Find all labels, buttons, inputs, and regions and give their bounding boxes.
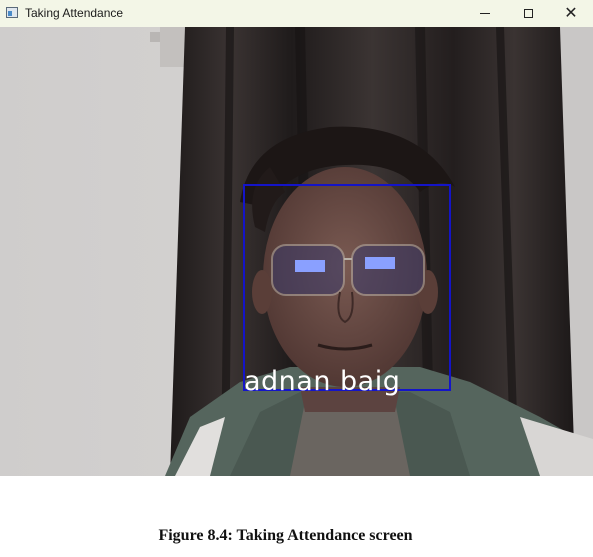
title-bar[interactable]: Taking Attendance ✕ [0, 0, 593, 27]
figure-caption: Figure 8.4: Taking Attendance screen [158, 527, 413, 544]
minimize-icon [480, 13, 490, 14]
close-icon: ✕ [564, 4, 578, 22]
face-detection-box [243, 184, 451, 391]
maximize-button[interactable] [505, 0, 551, 27]
window-title: Taking Attendance [25, 6, 124, 20]
camera-feed: adnan baig [0, 27, 593, 476]
close-button[interactable]: ✕ [548, 0, 593, 27]
attendance-window: Taking Attendance ✕ adnan baig [0, 0, 593, 476]
recognized-name-label: adnan baig [244, 366, 401, 397]
app-icon [6, 7, 18, 18]
minimize-button[interactable] [462, 0, 508, 27]
maximize-icon [523, 9, 533, 18]
